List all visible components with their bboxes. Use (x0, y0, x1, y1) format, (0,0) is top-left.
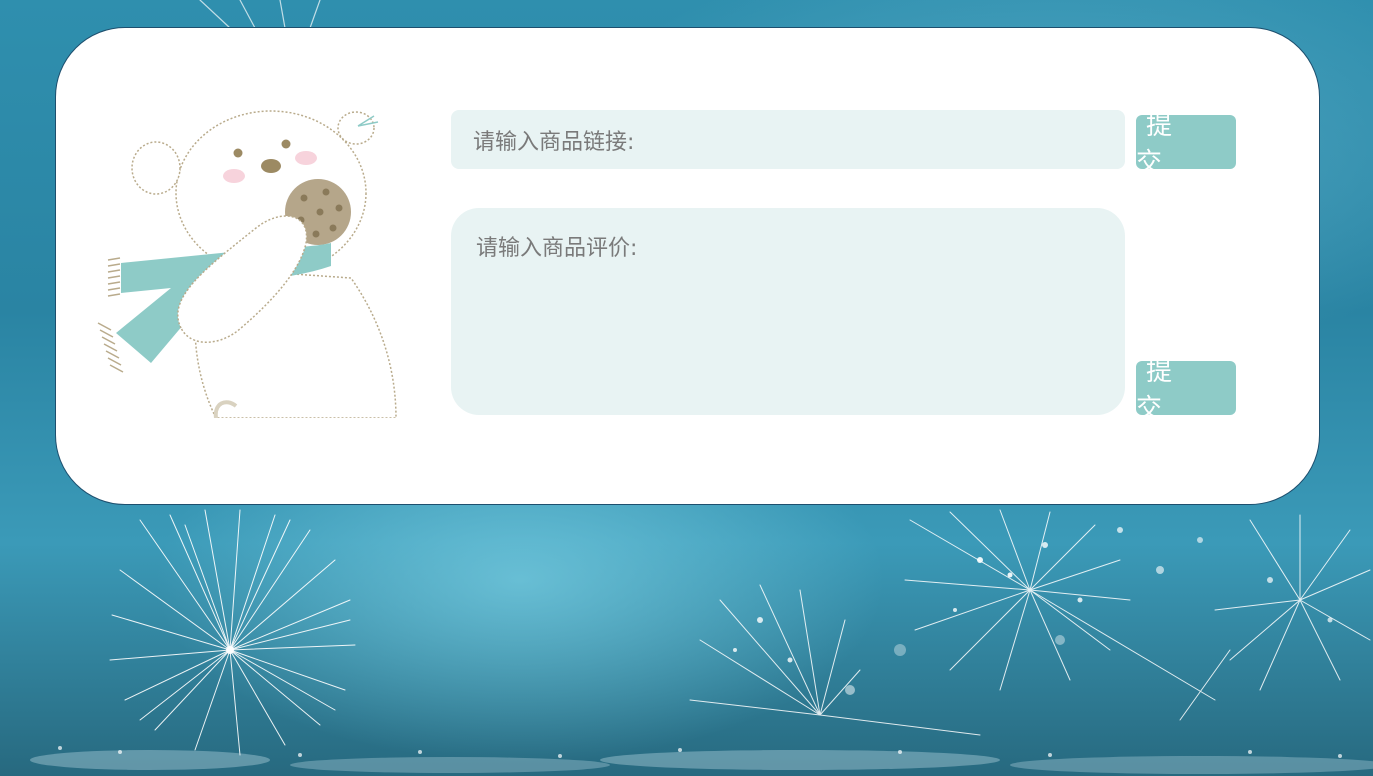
submit-review-label: 提 交 (1136, 357, 1183, 424)
submit-link-button[interactable]: 提 交 (1136, 111, 1236, 178)
submit-link-label: 提 交 (1136, 111, 1183, 178)
submit-review-button[interactable]: 提 交 (1136, 357, 1236, 424)
form-card: 请输入商品链接: 提 交 请输入商品评价: 提 交 (55, 27, 1320, 505)
product-review-textarea[interactable]: 请输入商品评价: (451, 208, 1125, 415)
page: 请输入商品链接: 提 交 请输入商品评价: 提 交 (0, 0, 1373, 776)
product-link-placeholder: 请输入商品链接: (473, 129, 635, 155)
polar-bear-mascot-icon (97, 110, 397, 418)
product-link-input[interactable]: 请输入商品链接: (451, 110, 1125, 169)
product-review-placeholder: 请输入商品评价: (476, 236, 638, 261)
